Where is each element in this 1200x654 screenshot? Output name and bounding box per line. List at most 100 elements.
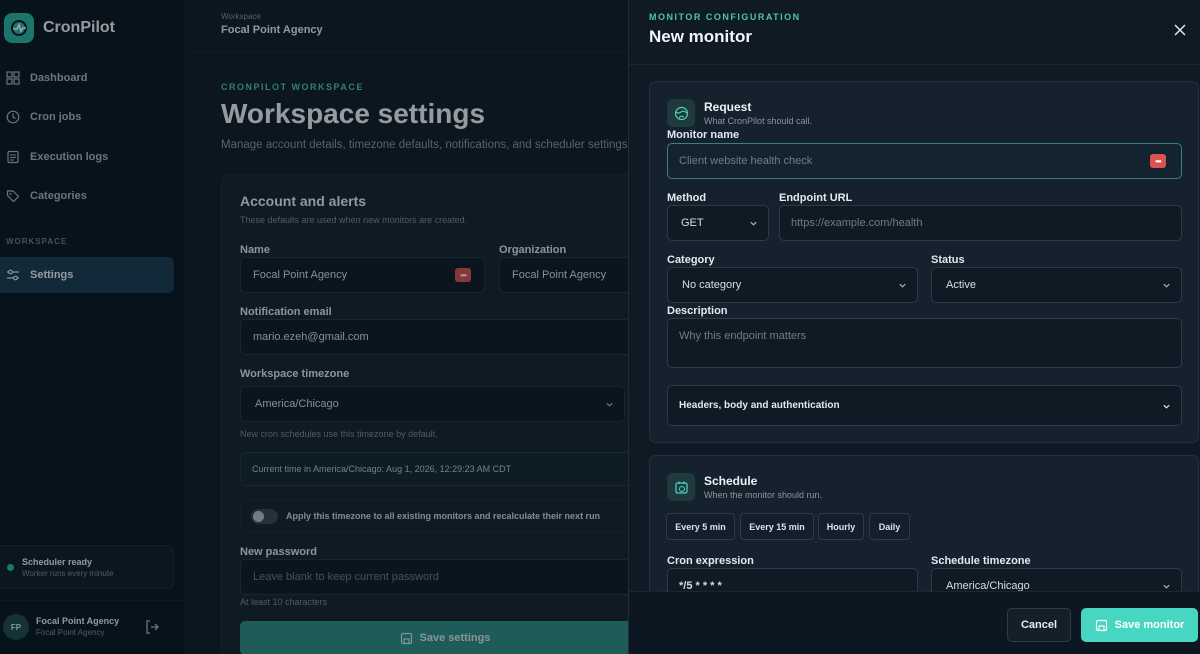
sidebar-item-label: Execution logs bbox=[30, 151, 109, 163]
preset-daily[interactable]: Daily bbox=[869, 513, 910, 540]
save-settings-label: Save settings bbox=[419, 632, 491, 644]
account-card: Account and alerts These defaults are us… bbox=[221, 174, 628, 654]
monitor-drawer: MONITOR CONFIGURATION New monitor Reques… bbox=[628, 0, 1200, 654]
status-label: Status bbox=[931, 254, 965, 266]
user-profile: FP Focal Point Agency Focal Point Agency bbox=[0, 600, 186, 654]
schedule-subtitle: When the monitor should run. bbox=[704, 490, 823, 500]
chevron-down-icon bbox=[1163, 283, 1170, 288]
endpoint-url-input[interactable]: https://example.com/health bbox=[779, 205, 1182, 241]
password-manager-icon[interactable]: ••• bbox=[455, 268, 471, 282]
workspace-label: Workspace bbox=[221, 12, 261, 21]
request-subtitle: What CronPilot should call. bbox=[704, 116, 813, 126]
timezone-label: Workspace timezone bbox=[240, 368, 350, 380]
category-label: Category bbox=[667, 254, 715, 266]
preset-every-5-min[interactable]: Every 5 min bbox=[666, 513, 735, 540]
sidebar-item-label: Cron jobs bbox=[30, 111, 82, 123]
description-textarea[interactable]: Why this endpoint matters bbox=[667, 318, 1182, 368]
sidebar-item-cron-jobs[interactable]: Cron jobs bbox=[0, 99, 174, 135]
sidebar-section-label: WORKSPACE bbox=[6, 237, 68, 246]
timezone-hint: New cron schedules use this timezone by … bbox=[240, 429, 438, 439]
save-icon bbox=[400, 632, 412, 644]
timezone-select[interactable]: America/Chicago bbox=[240, 386, 625, 422]
password-input[interactable]: Leave blank to keep current password bbox=[240, 559, 628, 595]
scheduler-subtitle: Worker runs every minute bbox=[22, 569, 114, 578]
preset-hourly[interactable]: Hourly bbox=[818, 513, 864, 540]
organization-input[interactable]: Focal Point Agency bbox=[499, 257, 628, 293]
organization-value: Focal Point Agency bbox=[512, 269, 607, 281]
password-hint: At least 10 characters bbox=[240, 597, 328, 607]
scheduler-status: Scheduler ready Worker runs every minute bbox=[0, 545, 174, 589]
email-label: Notification email bbox=[240, 306, 332, 318]
timezone-value: America/Chicago bbox=[255, 398, 339, 410]
chevron-down-icon bbox=[750, 221, 757, 226]
topbar: Workspace Focal Point Agency bbox=[187, 0, 628, 53]
chevron-down-icon bbox=[606, 402, 613, 407]
name-label: Name bbox=[240, 244, 270, 256]
cron-expression-label: Cron expression bbox=[667, 555, 754, 567]
chevron-down-icon bbox=[899, 283, 906, 288]
save-monitor-button[interactable]: Save monitor bbox=[1081, 608, 1198, 642]
brand-name: CronPilot bbox=[43, 19, 115, 36]
logout-icon[interactable] bbox=[144, 619, 160, 635]
avatar[interactable]: FP bbox=[3, 614, 29, 640]
drawer-eyebrow: MONITOR CONFIGURATION bbox=[649, 12, 801, 22]
cancel-button[interactable]: Cancel bbox=[1007, 608, 1071, 642]
chevron-down-icon bbox=[1163, 404, 1170, 409]
preset-every-15-min[interactable]: Every 15 min bbox=[740, 513, 814, 540]
sidebar-item-settings[interactable]: Settings bbox=[0, 257, 174, 293]
category-value: No category bbox=[682, 279, 742, 291]
apply-timezone-label: Apply this timezone to all existing moni… bbox=[286, 511, 601, 521]
name-input[interactable]: Focal Point Agency ••• bbox=[240, 257, 485, 293]
close-icon[interactable] bbox=[1172, 22, 1188, 38]
advanced-options-toggle[interactable]: Headers, body and authentication bbox=[667, 385, 1182, 426]
sidebar-item-label: Categories bbox=[30, 190, 87, 202]
save-monitor-label: Save monitor bbox=[1114, 619, 1185, 631]
method-label: Method bbox=[667, 192, 707, 204]
log-icon bbox=[7, 150, 19, 164]
sidebar-item-dashboard[interactable]: Dashboard bbox=[0, 60, 174, 96]
drawer-footer: Cancel Save monitor bbox=[629, 591, 1200, 654]
status-value: Active bbox=[946, 279, 976, 291]
sidebar: CronPilot Dashboard Cron jobs Execution … bbox=[0, 0, 186, 654]
password-placeholder: Leave blank to keep current password bbox=[253, 571, 439, 583]
password-label: New password bbox=[240, 546, 318, 558]
apply-timezone-toggle[interactable] bbox=[251, 509, 278, 524]
status-dot-icon bbox=[7, 564, 14, 571]
sidebar-item-categories[interactable]: Categories bbox=[0, 178, 174, 214]
save-icon bbox=[1095, 619, 1107, 631]
brand[interactable]: CronPilot bbox=[4, 13, 115, 43]
organization-label: Organization bbox=[499, 244, 567, 256]
toggle-knob bbox=[253, 511, 264, 522]
save-settings-button[interactable]: Save settings bbox=[240, 621, 628, 654]
drawer-title: New monitor bbox=[649, 27, 752, 46]
name-value: Focal Point Agency bbox=[253, 269, 348, 281]
user-name: Focal Point Agency bbox=[36, 616, 120, 626]
card-subtitle: These defaults are used when new monitor… bbox=[240, 215, 468, 225]
status-select[interactable]: Active bbox=[931, 267, 1182, 303]
main-content: Workspace Focal Point Agency CRONPILOT W… bbox=[187, 0, 628, 654]
schedule-timezone-label: Schedule timezone bbox=[931, 555, 1031, 567]
endpoint-url-label: Endpoint URL bbox=[779, 192, 853, 204]
method-select[interactable]: GET bbox=[667, 205, 769, 241]
page-description: Manage account details, timezone default… bbox=[221, 139, 628, 151]
sidebar-item-label: Dashboard bbox=[30, 72, 88, 84]
current-time-box: Current time in America/Chicago: Aug 1, … bbox=[240, 452, 628, 486]
clock-icon bbox=[6, 110, 20, 124]
drawer-divider bbox=[629, 64, 1200, 65]
monitor-name-input[interactable]: Client website health check ••• bbox=[667, 143, 1182, 179]
calendar-clock-icon bbox=[667, 473, 695, 501]
description-label: Description bbox=[667, 305, 728, 317]
chevron-down-icon bbox=[1163, 584, 1170, 589]
category-select[interactable]: No category bbox=[667, 267, 918, 303]
email-field[interactable]: mario.ezeh@gmail.com bbox=[240, 319, 628, 355]
grid-icon bbox=[6, 71, 20, 85]
workspace-name: Focal Point Agency bbox=[221, 24, 323, 36]
cronpilot-logo-icon bbox=[4, 13, 34, 43]
scheduler-title: Scheduler ready bbox=[22, 557, 93, 567]
sidebar-item-execution-logs[interactable]: Execution logs bbox=[0, 139, 174, 175]
monitor-name-label: Monitor name bbox=[667, 129, 740, 141]
password-manager-icon[interactable]: ••• bbox=[1150, 154, 1166, 168]
endpoint-url-placeholder: https://example.com/health bbox=[791, 217, 923, 229]
tag-icon bbox=[6, 190, 20, 203]
page-eyebrow: CRONPILOT WORKSPACE bbox=[221, 82, 364, 92]
